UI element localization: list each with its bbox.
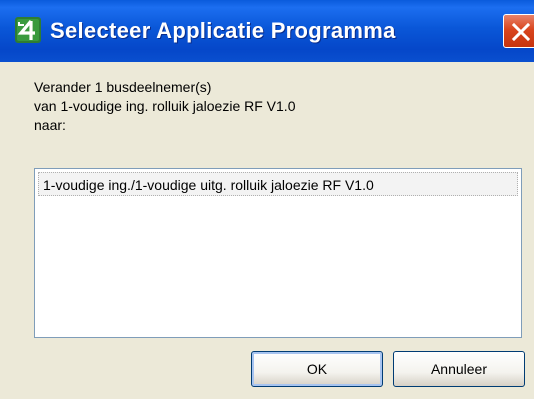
window-title: Selecteer Applicatie Programma (50, 18, 396, 43)
title-bar[interactable]: Selecteer Applicatie Programma (0, 0, 534, 62)
close-icon (511, 22, 531, 42)
app-4-icon (15, 17, 41, 43)
list-item[interactable]: 1-voudige ing./1-voudige uitg. rolluik j… (38, 172, 518, 196)
message-text: Verander 1 busdeelnemer(s) van 1-voudige… (34, 78, 295, 135)
select-application-dialog: Selecteer Applicatie Programma Verander … (0, 0, 534, 399)
cancel-button[interactable]: Annuleer (393, 351, 525, 387)
ok-button[interactable]: OK (251, 351, 383, 387)
message-line-1: Verander 1 busdeelnemer(s) (34, 79, 212, 95)
application-program-list[interactable]: 1-voudige ing./1-voudige uitg. rolluik j… (34, 168, 522, 338)
message-line-2: van 1-voudige ing. rolluik jaloezie RF V… (34, 98, 296, 114)
close-button[interactable] (503, 14, 534, 48)
message-line-3: naar: (34, 117, 66, 133)
